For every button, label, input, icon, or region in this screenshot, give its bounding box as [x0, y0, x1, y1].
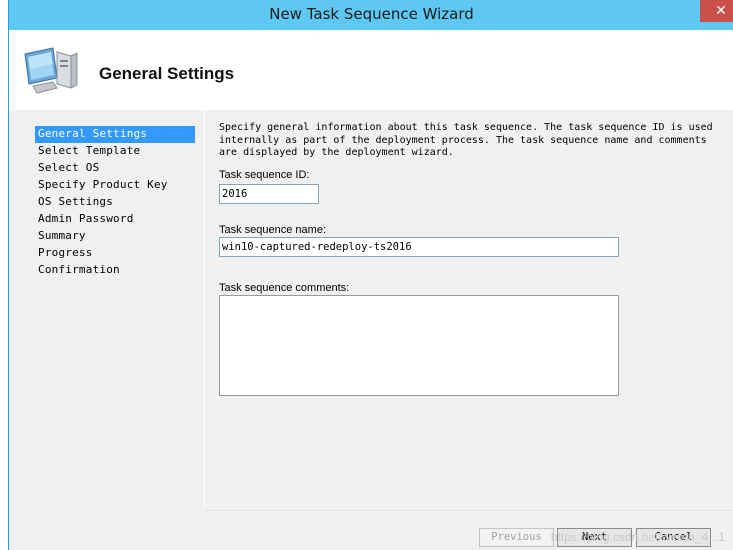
- task-sequence-comments-input[interactable]: [219, 295, 619, 396]
- watermark-text: https://blog.csdn.net/weixin_4...1: [550, 530, 725, 544]
- settings-panel: Specify general information about this t…: [204, 110, 733, 510]
- close-icon: ✕: [715, 3, 727, 19]
- task-sequence-id-input[interactable]: 2016: [219, 184, 319, 204]
- previous-button[interactable]: Previous: [479, 528, 554, 547]
- wizard-window: New Task Sequence Wizard ✕ General Setti…: [8, 0, 733, 550]
- footer-divider: [204, 510, 733, 511]
- step-summary[interactable]: Summary: [35, 228, 195, 245]
- description-text: Specify general information about this t…: [219, 122, 713, 158]
- title-bar[interactable]: New Task Sequence Wizard ✕: [9, 0, 733, 30]
- task-sequence-name-input[interactable]: win10-captured-redeploy-ts2016: [219, 237, 619, 257]
- step-select-template[interactable]: Select Template: [35, 143, 195, 160]
- computer-icon: [24, 47, 78, 94]
- step-os-settings[interactable]: OS Settings: [35, 194, 195, 211]
- step-progress[interactable]: Progress: [35, 245, 195, 262]
- step-specify-product-key[interactable]: Specify Product Key: [35, 177, 195, 194]
- wizard-header: General Settings: [9, 30, 733, 110]
- close-button[interactable]: ✕: [700, 0, 733, 22]
- window-title: New Task Sequence Wizard: [269, 5, 474, 23]
- task-sequence-comments-label: Task sequence comments:: [219, 282, 350, 294]
- wizard-steps: General Settings Select Template Select …: [35, 126, 205, 279]
- step-select-os[interactable]: Select OS: [35, 160, 195, 177]
- task-sequence-name-label: Task sequence name:: [219, 224, 327, 236]
- task-sequence-id-label: Task sequence ID:: [219, 169, 310, 181]
- step-general-settings[interactable]: General Settings: [35, 126, 195, 143]
- step-admin-password[interactable]: Admin Password: [35, 211, 195, 228]
- wizard-body: General Settings Select Template Select …: [9, 110, 733, 550]
- page-title: General Settings: [99, 64, 235, 83]
- step-confirmation[interactable]: Confirmation: [35, 262, 195, 279]
